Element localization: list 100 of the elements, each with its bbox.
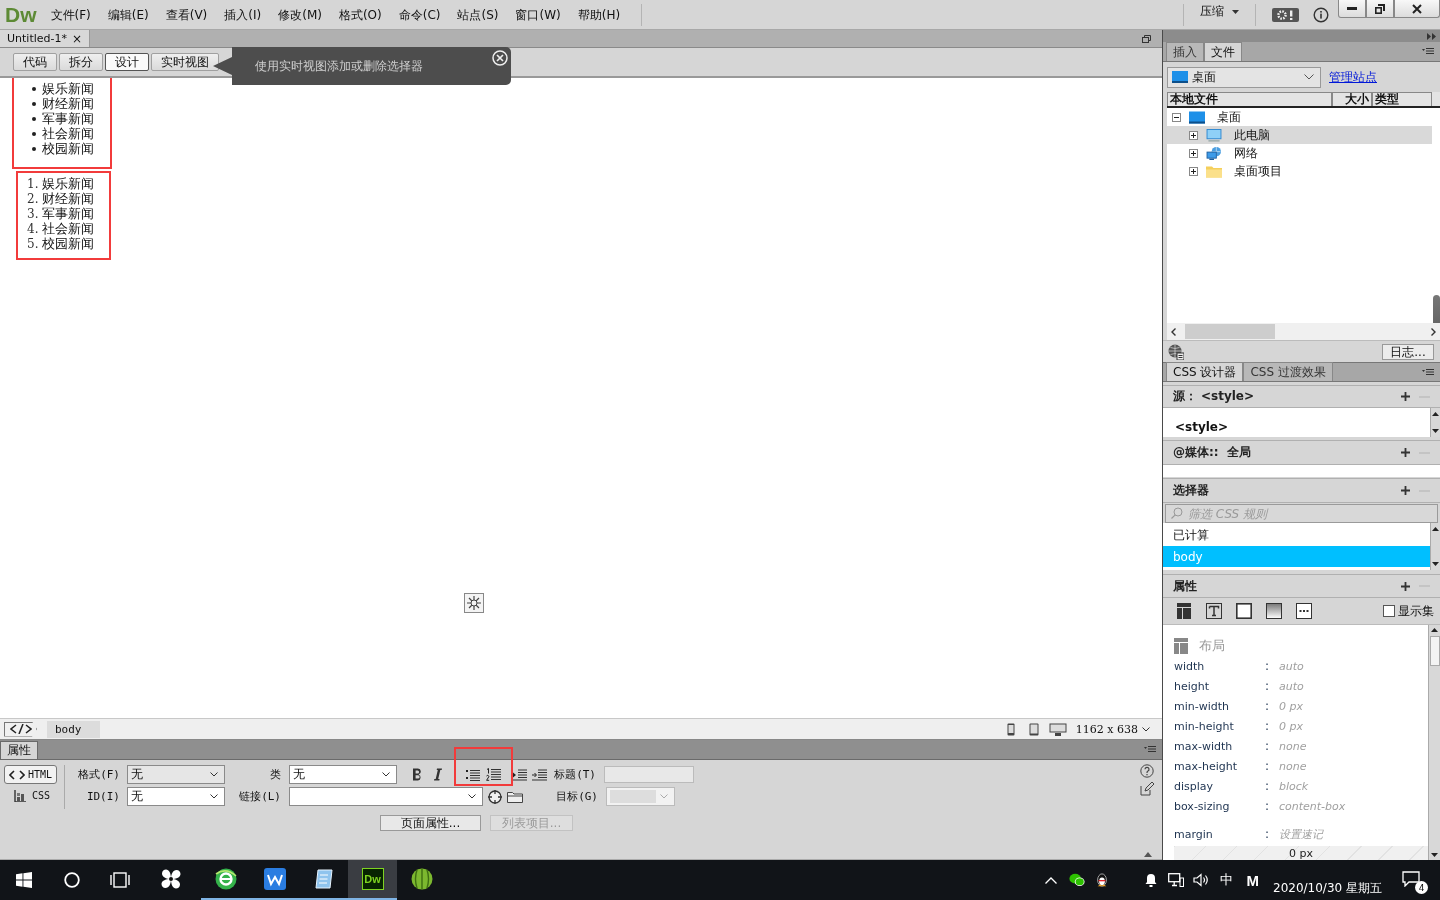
layout-dropdown[interactable]: 压缩 bbox=[1194, 0, 1245, 23]
site-dropdown[interactable]: 桌面 bbox=[1167, 66, 1321, 88]
monitor-icon[interactable] bbox=[1048, 722, 1067, 736]
panel-menu-icon[interactable] bbox=[1422, 48, 1434, 55]
restore-icon[interactable] bbox=[1142, 34, 1151, 43]
scroll-thumb[interactable] bbox=[1429, 636, 1440, 666]
tablet-icon[interactable] bbox=[1028, 722, 1039, 736]
scroll-down-icon[interactable] bbox=[1432, 429, 1439, 433]
collapse-icon[interactable] bbox=[1144, 852, 1152, 857]
input-method-indicator[interactable]: 中 bbox=[1219, 871, 1233, 889]
text-icon[interactable] bbox=[1206, 603, 1222, 619]
menu-item[interactable]: 插入(I) bbox=[218, 4, 268, 25]
column-header[interactable]: 大小 bbox=[1332, 92, 1372, 106]
checkbox-label[interactable]: 显示集 bbox=[1398, 602, 1434, 620]
windows-logo-icon[interactable] bbox=[16, 872, 32, 888]
bold-icon[interactable] bbox=[412, 768, 422, 781]
menu-item[interactable]: 窗口(W) bbox=[509, 4, 567, 25]
add-icon[interactable] bbox=[1401, 581, 1410, 591]
task-view-icon[interactable] bbox=[110, 872, 130, 888]
window-size-dropdown[interactable]: 1162 x 638 bbox=[1075, 722, 1158, 736]
menu-item[interactable]: 命令(C) bbox=[392, 4, 447, 25]
background-icon[interactable] bbox=[1266, 603, 1282, 619]
mode-button[interactable]: HTML bbox=[4, 765, 58, 784]
menu-item[interactable]: 修改(M) bbox=[272, 4, 328, 25]
margin-value[interactable]: 0 px bbox=[1289, 848, 1313, 860]
panel-menu-icon[interactable] bbox=[1422, 368, 1434, 376]
scroll-up-icon[interactable] bbox=[1431, 628, 1438, 632]
view-button[interactable]: 实时视图 bbox=[151, 53, 219, 71]
italic-icon[interactable] bbox=[434, 768, 442, 781]
collapse-panels-icon[interactable] bbox=[1427, 32, 1436, 40]
tree-item[interactable]: 此电脑 bbox=[1167, 126, 1432, 144]
input-mode-indicator[interactable]: M bbox=[1246, 871, 1259, 889]
scroll-down-icon[interactable] bbox=[1431, 853, 1438, 857]
close-tab-button[interactable]: × bbox=[69, 31, 84, 46]
layout-icon[interactable] bbox=[1176, 603, 1192, 619]
add-icon[interactable] bbox=[1401, 392, 1410, 401]
indent-icon[interactable] bbox=[532, 768, 547, 781]
source-item[interactable]: <style> bbox=[1163, 419, 1430, 435]
checkbox[interactable] bbox=[1383, 605, 1395, 617]
code-tag-button[interactable] bbox=[4, 721, 37, 737]
phone-icon[interactable] bbox=[1006, 722, 1015, 736]
scroll-down-icon[interactable] bbox=[1432, 562, 1439, 566]
column-header[interactable]: 本地文件 bbox=[1167, 92, 1332, 106]
tree-item[interactable]: 桌面 bbox=[1167, 108, 1432, 126]
add-icon[interactable] bbox=[1401, 448, 1410, 457]
scroll-thumb[interactable] bbox=[1185, 324, 1275, 339]
scroll-up-icon[interactable] bbox=[1432, 412, 1439, 416]
tree-toggle-icon[interactable] bbox=[1189, 148, 1198, 158]
format-select[interactable]: 无 bbox=[127, 765, 225, 784]
chat-bubbles-icon[interactable] bbox=[1068, 873, 1085, 887]
view-button[interactable]: 代码 bbox=[13, 53, 57, 71]
chevron-up-icon[interactable] bbox=[1044, 876, 1057, 884]
vertical-scrollbar[interactable] bbox=[1433, 295, 1440, 323]
panel-tab[interactable]: CSS 过渡效果 bbox=[1243, 362, 1333, 381]
close-icon[interactable] bbox=[492, 50, 508, 66]
search-icon[interactable] bbox=[64, 872, 80, 888]
horizontal-scrollbar[interactable] bbox=[1167, 323, 1440, 340]
action-center-button[interactable]: 4 bbox=[1402, 869, 1426, 891]
class-select[interactable]: 无 bbox=[289, 765, 397, 784]
scroll-up-icon[interactable] bbox=[1432, 527, 1439, 531]
column-header[interactable]: 类型 bbox=[1372, 92, 1432, 106]
tree-toggle-icon[interactable] bbox=[1189, 166, 1198, 176]
bulleted-list-icon[interactable] bbox=[466, 768, 480, 781]
info-icon[interactable] bbox=[1313, 6, 1329, 23]
vertical-scrollbar[interactable] bbox=[1430, 408, 1440, 437]
menu-item[interactable]: 编辑(E) bbox=[101, 4, 155, 25]
outdent-icon[interactable] bbox=[513, 768, 527, 781]
scroll-left-icon[interactable] bbox=[1171, 327, 1176, 336]
id-select[interactable]: 无 bbox=[127, 787, 225, 806]
add-icon[interactable] bbox=[1401, 486, 1410, 495]
globe-icon[interactable] bbox=[1168, 343, 1184, 360]
taskbar-app-button[interactable]: Dw bbox=[348, 860, 397, 900]
vertical-scrollbar[interactable] bbox=[1428, 625, 1440, 860]
network-icon[interactable] bbox=[1167, 873, 1184, 887]
help-icon[interactable] bbox=[1140, 764, 1154, 778]
minimize-button[interactable] bbox=[1338, 0, 1366, 18]
scroll-right-icon[interactable] bbox=[1431, 327, 1436, 336]
tree-item[interactable]: 网络 bbox=[1167, 144, 1432, 162]
menu-item[interactable]: 查看(V) bbox=[159, 4, 214, 25]
panel-tab[interactable]: 插入 bbox=[1166, 42, 1204, 61]
view-button[interactable]: 拆分 bbox=[59, 53, 103, 71]
more-icon[interactable] bbox=[1296, 603, 1312, 619]
mode-button[interactable]: CSS bbox=[4, 786, 56, 805]
tree-item[interactable]: 桌面项目 bbox=[1167, 162, 1432, 180]
folder-icon[interactable] bbox=[507, 790, 523, 803]
panel-button[interactable]: 页面属性... bbox=[380, 815, 481, 831]
selector-item[interactable]: 已计算 bbox=[1163, 525, 1430, 546]
restore-button[interactable] bbox=[1366, 0, 1394, 18]
menu-item[interactable]: 站点(S) bbox=[451, 4, 505, 25]
tree-toggle-icon[interactable] bbox=[1189, 130, 1198, 140]
view-button[interactable]: 设计 bbox=[105, 53, 149, 71]
edit-icon[interactable] bbox=[1140, 782, 1154, 796]
log-button[interactable]: 日志... bbox=[1382, 343, 1434, 360]
gear-alert-icon[interactable] bbox=[1272, 7, 1299, 22]
tag-selector[interactable]: body bbox=[47, 720, 100, 738]
crosshair-icon[interactable] bbox=[487, 788, 503, 805]
menu-item[interactable]: 帮助(H) bbox=[571, 4, 627, 25]
volume-icon[interactable] bbox=[1192, 873, 1209, 887]
filter-field[interactable]: 筛选 CSS 规则 bbox=[1165, 504, 1438, 523]
menu-item[interactable]: 格式(O) bbox=[332, 4, 388, 25]
